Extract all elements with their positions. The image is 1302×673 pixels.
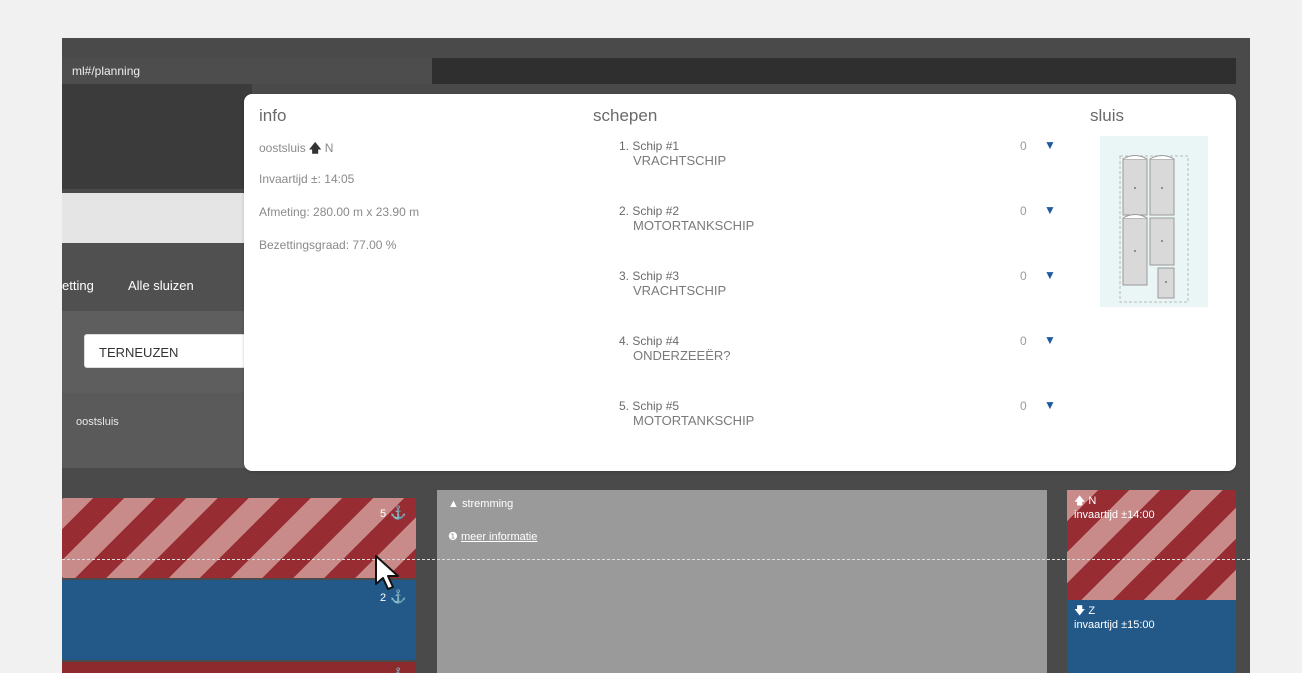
- info-dimensions: Afmeting: 280.00 m x 23.90 m: [259, 205, 420, 219]
- ship-item: 1. Schip #1 VRACHTSCHIP: [619, 139, 727, 168]
- location-select-value: TERNEUZEN: [99, 345, 179, 360]
- lock-row-label: oostsluis: [76, 416, 119, 428]
- location-select[interactable]: TERNEUZEN: [84, 334, 254, 368]
- meer-informatie: ❶ meer informatie: [448, 530, 537, 543]
- ship-count: 0: [1020, 334, 1027, 348]
- lane-count-1: 5: [380, 508, 387, 520]
- lock-diagram: [1100, 136, 1208, 307]
- lane-block-red[interactable]: [62, 662, 416, 673]
- anchor-icon: ⚓: [390, 667, 406, 673]
- tab-alle-sluizen[interactable]: Alle sluizen: [128, 278, 194, 293]
- expand-icon[interactable]: ▼: [1044, 138, 1056, 152]
- north-arrival-label: 🡅 N invaartijd ±14:00: [1074, 495, 1155, 521]
- tab-bezetting[interactable]: etting: [62, 278, 94, 293]
- lock-info-popup: info schepen sluis oostsluis 🡅 N Invaart…: [244, 94, 1236, 471]
- arrow-up-icon: 🡅: [309, 141, 322, 155]
- ship-item: 4. Schip #4 ONDERZEEËR?: [619, 334, 731, 363]
- time-indicator-line: [62, 559, 1250, 560]
- url-text: ml#/planning: [72, 64, 141, 78]
- ship-item: 3. Schip #3 VRACHTSCHIP: [619, 269, 727, 298]
- sluis-title: sluis: [1090, 106, 1125, 125]
- info-arrival: Invaartijd ±: 14:05: [259, 172, 355, 186]
- meer-informatie-link[interactable]: meer informatie: [461, 531, 537, 543]
- info-lock-name: oostsluis 🡅 N: [259, 141, 334, 155]
- header-panel: [62, 84, 252, 189]
- anchor-icon: ⚓: [390, 505, 407, 520]
- expand-icon[interactable]: ▼: [1044, 398, 1056, 412]
- info-title: info: [259, 106, 287, 125]
- subheader-strip: [62, 193, 252, 243]
- south-arrival-label: 🡇 Z invaartijd ±15:00: [1074, 605, 1155, 631]
- ship-item: 2. Schip #2 MOTORTANKSCHIP: [619, 204, 755, 233]
- arrow-down-icon: 🡇: [1074, 605, 1086, 617]
- address-bar[interactable]: ml#/planning: [62, 58, 1236, 84]
- warning-icon: ▲: [448, 498, 459, 510]
- stremming-block[interactable]: [437, 490, 1047, 673]
- expand-icon[interactable]: ▼: [1044, 203, 1056, 217]
- ship-count: 0: [1020, 139, 1027, 153]
- lane-block-blocked[interactable]: [62, 498, 416, 578]
- ship-item: 5. Schip #5 MOTORTANKSCHIP: [619, 399, 755, 428]
- ship-count: 0: [1020, 399, 1027, 413]
- mouse-cursor-icon: [374, 554, 402, 597]
- ship-count: 0: [1020, 204, 1027, 218]
- menu-strip: [62, 243, 252, 311]
- info-icon: ❶: [448, 531, 458, 543]
- expand-icon[interactable]: ▼: [1044, 268, 1056, 282]
- arrow-up-icon: 🡅: [1074, 495, 1086, 507]
- ship-count: 0: [1020, 269, 1027, 283]
- schepen-title: schepen: [593, 106, 658, 125]
- info-occupancy: Bezettingsgraad: 77.00 %: [259, 238, 397, 252]
- stremming-label: ▲ stremming: [448, 498, 514, 510]
- expand-icon[interactable]: ▼: [1044, 333, 1056, 347]
- lock-row-header: [62, 393, 252, 468]
- lane-block-blue[interactable]: [62, 580, 416, 660]
